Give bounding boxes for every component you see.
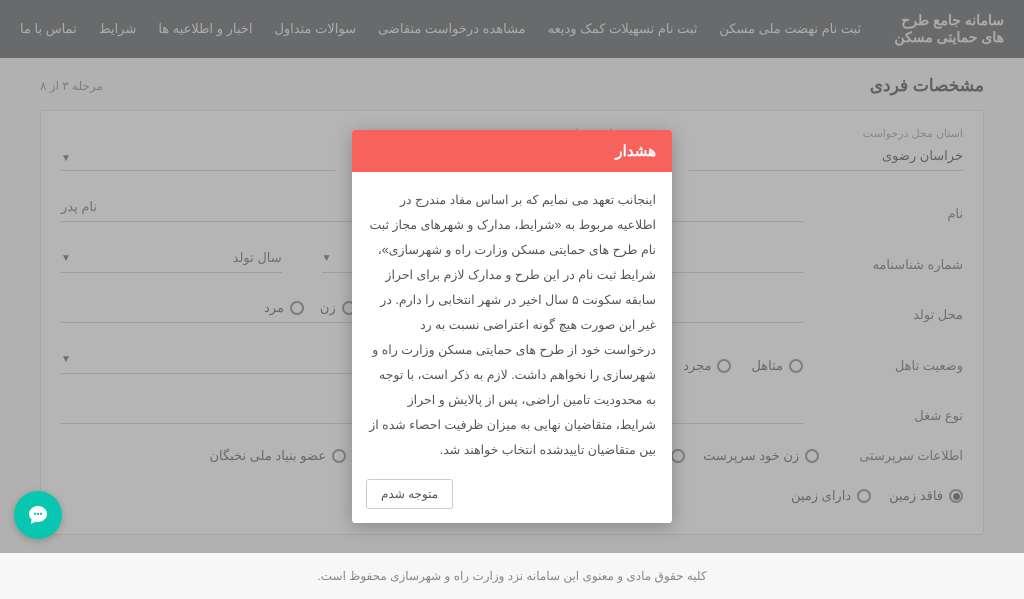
modal-body: اینجانب تعهد می نمایم که بر اساس مفاد من… xyxy=(352,172,672,479)
modal-overlay: هشدار اینجانب تعهد می نمایم که بر اساس م… xyxy=(0,0,1024,553)
modal-title: هشدار xyxy=(352,130,672,172)
chat-fab-button[interactable] xyxy=(14,491,62,539)
warning-modal: هشدار اینجانب تعهد می نمایم که بر اساس م… xyxy=(352,130,672,523)
footer-text: کلیه حقوق مادی و معنوی این سامانه نزد وز… xyxy=(0,553,1024,599)
chat-icon xyxy=(26,503,50,527)
modal-confirm-button[interactable]: متوجه شدم xyxy=(366,479,453,509)
